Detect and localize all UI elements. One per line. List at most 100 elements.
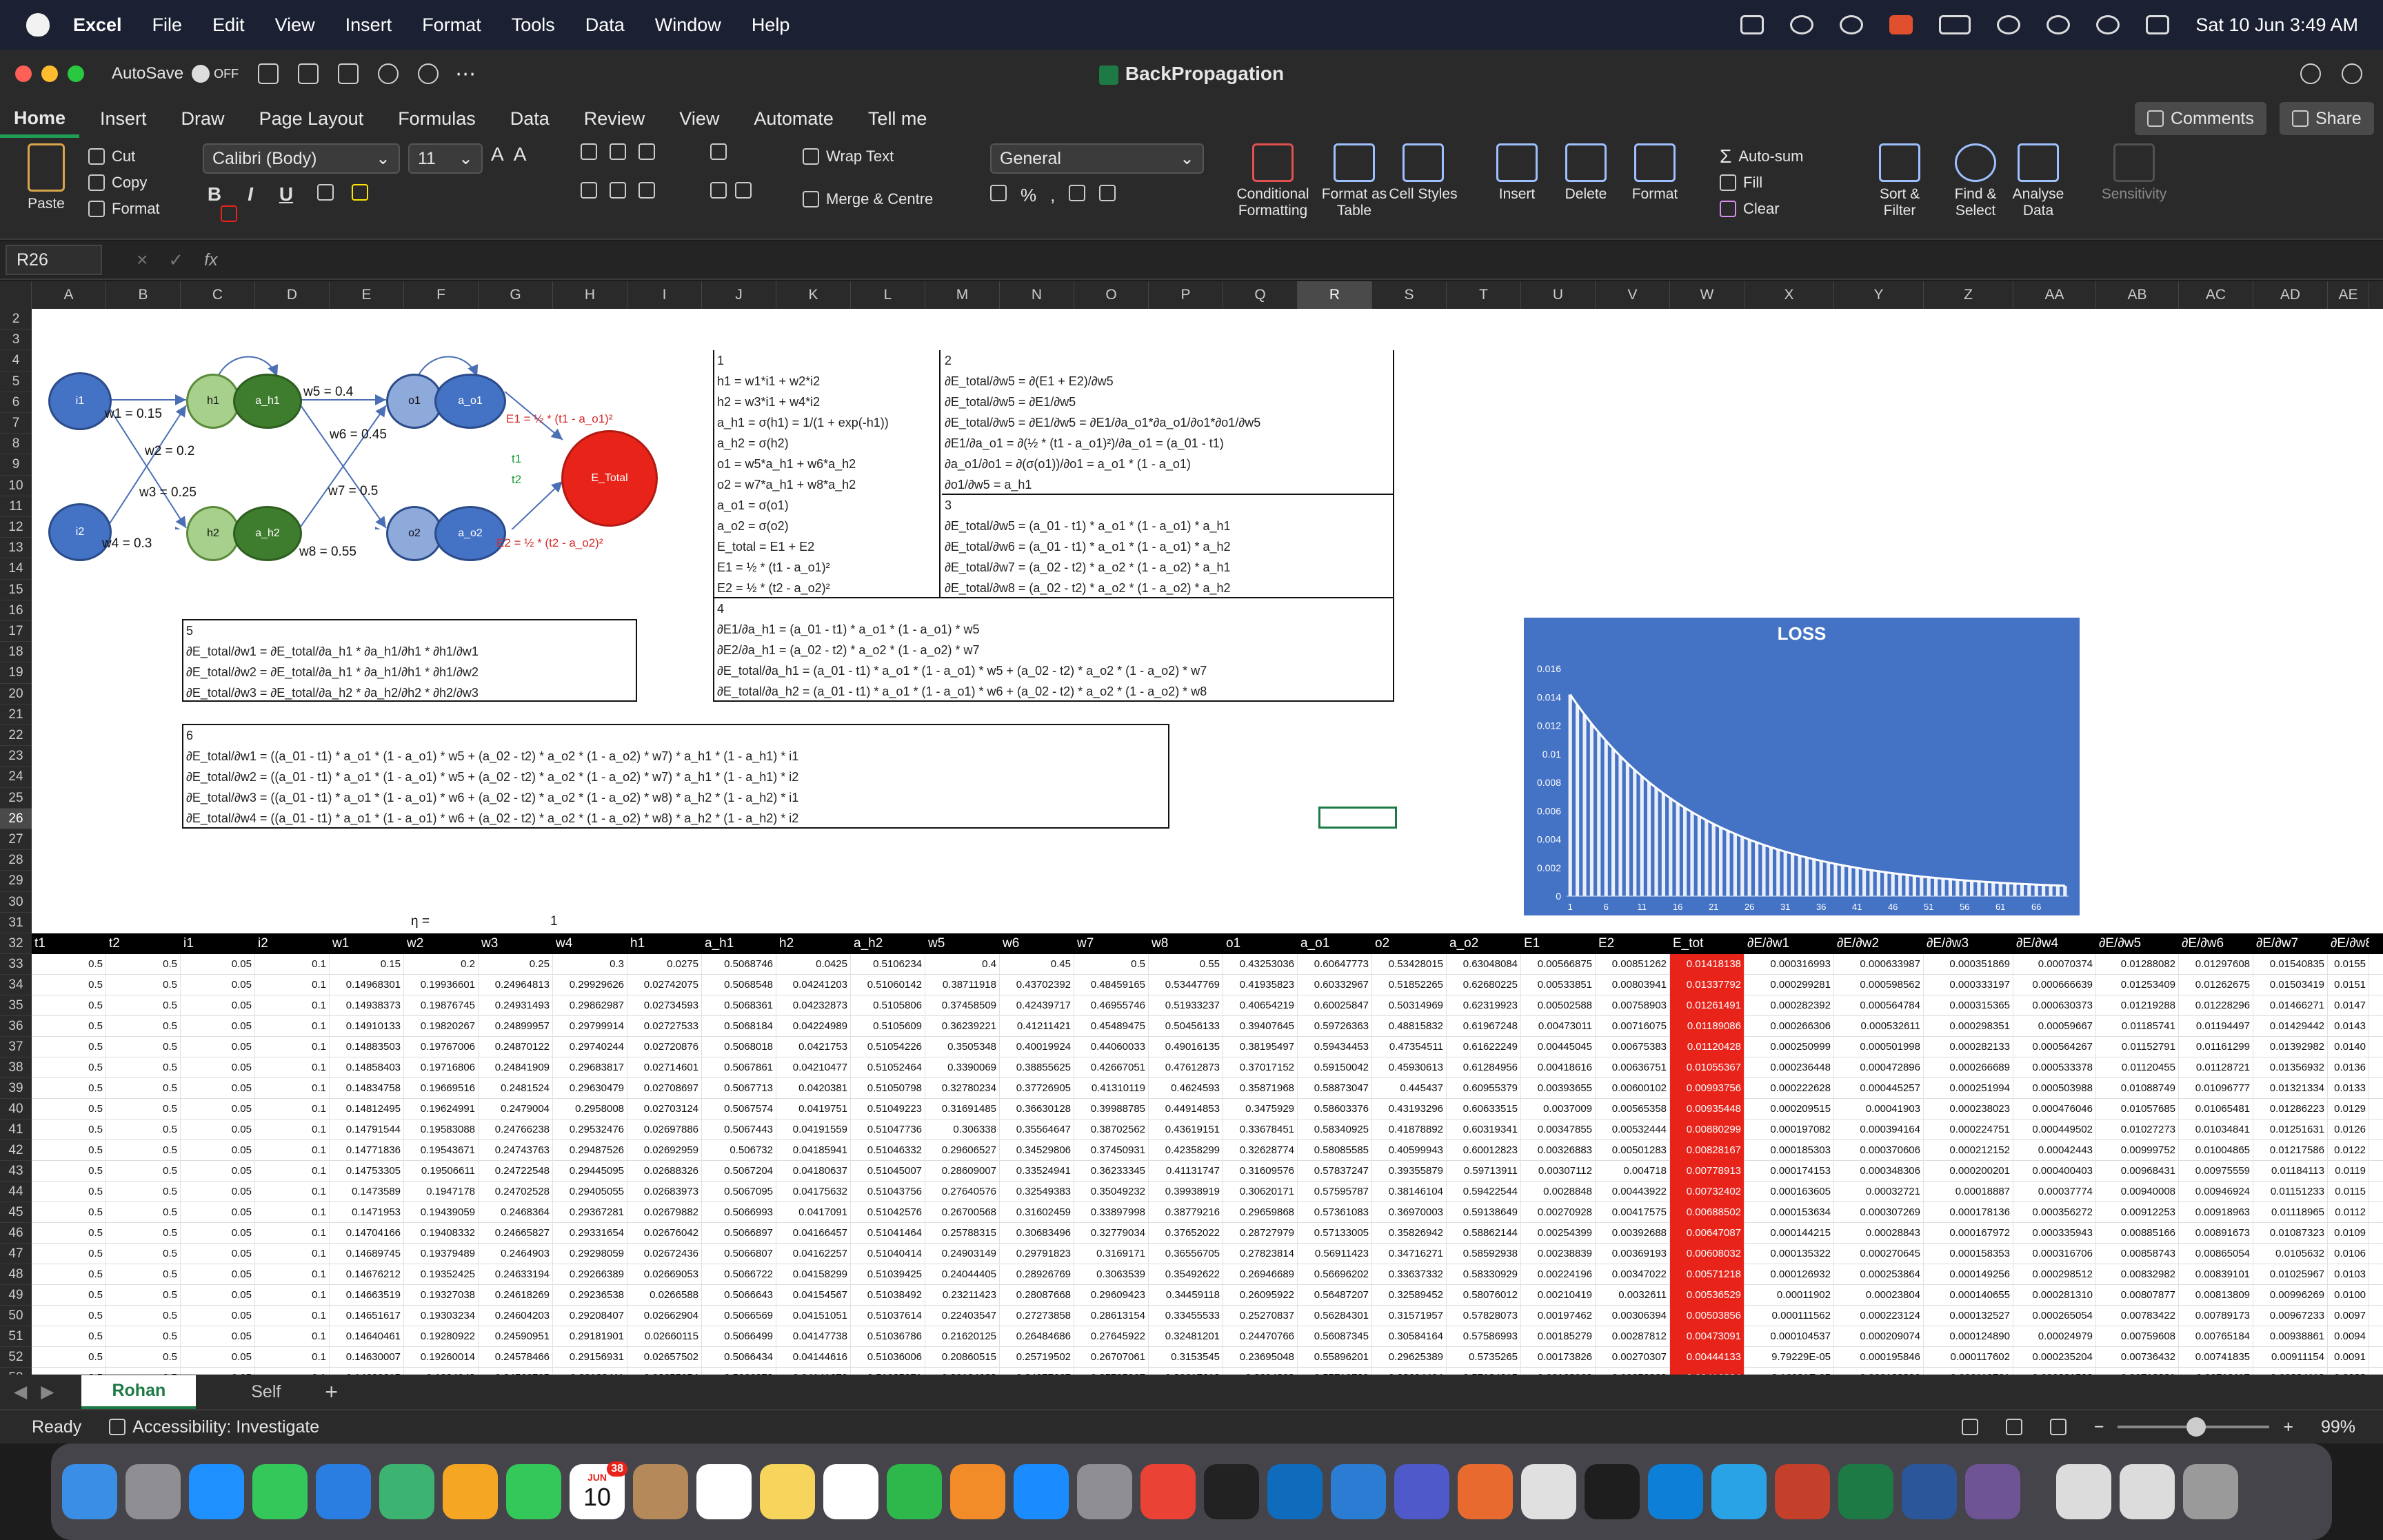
table-cell[interactable]: 0.02683973	[627, 1182, 702, 1202]
table-cell[interactable]: 0.39355879	[1372, 1161, 1447, 1182]
table-cell[interactable]: 0.1	[255, 1182, 330, 1202]
table-cell[interactable]: 0.33637332	[1372, 1264, 1447, 1285]
table-cell[interactable]: 0.01337792	[1670, 975, 1744, 995]
table-cell[interactable]: 0.56284301	[1298, 1306, 1372, 1326]
table-cell[interactable]: 0.00832982	[2096, 1264, 2179, 1285]
table-cell[interactable]: 0.38711918	[925, 975, 1000, 995]
table-cell[interactable]: 0.5067574	[702, 1099, 776, 1119]
table-cell[interactable]: 0.51052464	[851, 1057, 925, 1078]
table-cell[interactable]: 0.02734593	[627, 995, 702, 1016]
table-cell[interactable]: 0.00307112	[1521, 1161, 1596, 1182]
table-cell[interactable]: 0.5	[32, 1306, 106, 1326]
table-cell[interactable]: 0.33524941	[1000, 1161, 1074, 1182]
column-header-w[interactable]: W	[1670, 281, 1744, 309]
table-cell[interactable]: 0.2468364	[479, 1202, 553, 1223]
table-cell[interactable]: 0.00803941	[1596, 975, 1670, 995]
dock-chrome-icon[interactable]	[1140, 1464, 1196, 1519]
table-cell[interactable]: 0.5	[32, 975, 106, 995]
table-cell[interactable]: 0.56911423	[1298, 1244, 1372, 1264]
table-cell[interactable]: 0.57828073	[1447, 1306, 1521, 1326]
table-cell[interactable]: 0.1947178	[404, 1182, 479, 1202]
column-header-ad[interactable]: AD	[2253, 281, 2328, 309]
table-cell[interactable]: 0.01087323	[2253, 1223, 2328, 1244]
dock-vs-code-icon[interactable]	[1648, 1464, 1703, 1519]
table-cell[interactable]: 0.04141676	[776, 1368, 851, 1375]
table-cell[interactable]: 0.00719117	[2179, 1368, 2253, 1375]
table-cell[interactable]: 0.000144215	[1744, 1223, 1834, 1244]
table-cell[interactable]: 0.0155	[2328, 954, 2369, 975]
table-cell[interactable]: 0.00885166	[2096, 1223, 2179, 1244]
table-cell[interactable]: 0.02660115	[627, 1326, 702, 1347]
table-cell[interactable]: 0.01219288	[2096, 995, 2179, 1016]
table-cell[interactable]: 0.53428015	[1372, 954, 1447, 975]
table-cell[interactable]: 0.38146104	[1372, 1182, 1447, 1202]
column-header-r[interactable]: R	[1298, 281, 1372, 309]
table-cell[interactable]: 0.000472896	[1834, 1057, 1924, 1078]
table-cell[interactable]: 0.51049223	[851, 1099, 925, 1119]
table-cell[interactable]: 0.000333197	[1924, 975, 2013, 995]
table-cell[interactable]: 0.5	[32, 1368, 106, 1375]
table-cell[interactable]: 0.0119	[2328, 1161, 2369, 1182]
table-cell[interactable]: 0.55710729	[1298, 1368, 1372, 1375]
table-cell[interactable]: 0.01297608	[2179, 954, 2253, 975]
table-cell[interactable]: 0.23211423	[925, 1285, 1000, 1306]
table-cell[interactable]: 0.5067204	[702, 1161, 776, 1182]
search-icon[interactable]	[2300, 63, 2321, 84]
table-cell[interactable]: 0.01118965	[2253, 1202, 2328, 1223]
fx-icon[interactable]: fx	[204, 250, 217, 270]
table-cell[interactable]: 0.24722548	[479, 1161, 553, 1182]
table-cell[interactable]: 0.00163062	[1521, 1368, 1596, 1375]
copy-button[interactable]: Copy	[88, 170, 185, 196]
delete-cells-button[interactable]: Delete	[1551, 143, 1620, 203]
table-cell[interactable]: 0.01120428	[1670, 1037, 1744, 1057]
table-cell[interactable]: 0.14630007	[330, 1347, 404, 1368]
table-cell[interactable]: 0.3390069	[925, 1057, 1000, 1078]
menu-format[interactable]: Format	[422, 14, 481, 36]
table-cell[interactable]: 0.1924043	[404, 1368, 479, 1375]
table-cell[interactable]: 0.59434453	[1298, 1037, 1372, 1057]
table-cell[interactable]: 0.01027273	[2096, 1119, 2179, 1140]
table-cell[interactable]: 0.32779034	[1074, 1223, 1149, 1244]
paste-button[interactable]: Paste	[15, 143, 77, 212]
table-cell[interactable]: 0.51041464	[851, 1223, 925, 1244]
row-header-10[interactable]: 10	[0, 476, 32, 496]
table-cell[interactable]: 0.000158353	[1924, 1244, 2013, 1264]
dock-reminders-icon[interactable]	[696, 1464, 752, 1519]
column-header-c[interactable]: C	[181, 281, 255, 309]
table-cell[interactable]: 0.14663519	[330, 1285, 404, 1306]
table-cell[interactable]: 0.01503419	[2253, 975, 2328, 995]
column-header-j[interactable]: J	[702, 281, 776, 309]
table-cell[interactable]: 0.24702528	[479, 1182, 553, 1202]
table-cell[interactable]: 0.01065481	[2179, 1099, 2253, 1119]
loss-chart[interactable]: LOSS 0 0.002 0.004 0.006 0.008 0.01 0.012 0.014…	[1524, 618, 2080, 915]
table-cell[interactable]: 0.26700568	[925, 1202, 1000, 1223]
table-cell[interactable]: 0.25719502	[1000, 1347, 1074, 1368]
table-cell[interactable]: 0.5	[32, 1057, 106, 1078]
table-cell[interactable]: 0.01286223	[2253, 1099, 2328, 1119]
more-icon[interactable]: ⋯	[455, 62, 476, 86]
column-header-aa[interactable]: AA	[2013, 281, 2096, 309]
table-cell[interactable]: 0.00369193	[1596, 1244, 1670, 1264]
table-cell[interactable]: 0.24870122	[479, 1037, 553, 1057]
table-cell[interactable]: 0.24578466	[479, 1347, 553, 1368]
cell-styles-button[interactable]: Cell Styles	[1389, 143, 1458, 203]
row-header-30[interactable]: 30	[0, 892, 32, 913]
table-cell[interactable]: 0.14968301	[330, 975, 404, 995]
table-cell[interactable]: 0.1	[255, 995, 330, 1016]
table-cell[interactable]: 0.43702392	[1000, 975, 1074, 995]
table-cell[interactable]: 0.00185279	[1521, 1326, 1596, 1347]
table-cell[interactable]: 0.05	[181, 975, 255, 995]
share-button[interactable]: Share	[2280, 102, 2374, 135]
column-header-m[interactable]: M	[925, 281, 1000, 309]
table-cell[interactable]: 0.51042576	[851, 1202, 925, 1223]
redo-icon[interactable]	[418, 63, 439, 84]
table-cell[interactable]: 9.79229E-05	[1744, 1347, 1834, 1368]
table-cell[interactable]: 0.0112	[2328, 1202, 2369, 1223]
table-cell[interactable]: 0.01392982	[2253, 1037, 2328, 1057]
table-cell[interactable]: 0.19876745	[404, 995, 479, 1016]
table-cell[interactable]: 0.004718	[1596, 1161, 1670, 1182]
table-cell[interactable]: 0.44060033	[1074, 1037, 1149, 1057]
table-cell[interactable]: 0.0275	[627, 954, 702, 975]
next-sheet-icon[interactable]: ▶	[41, 1381, 54, 1402]
menu-window[interactable]: Window	[655, 14, 721, 36]
